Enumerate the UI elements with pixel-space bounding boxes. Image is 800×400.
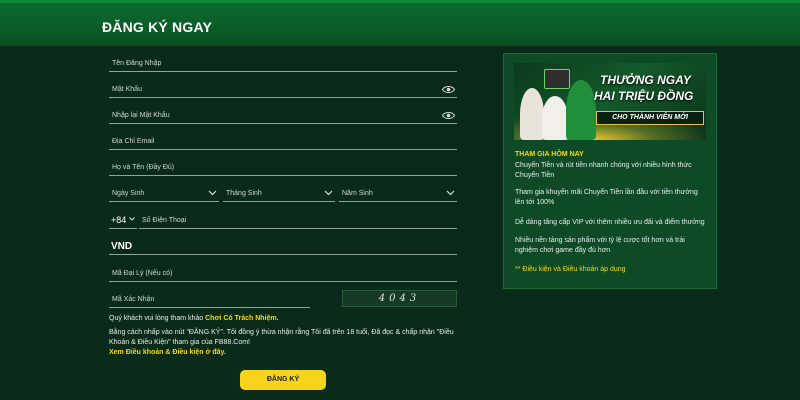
terms-note: Bằng cách nhấp vào nút "ĐĂNG KÝ". Tôi đồ… [109, 328, 469, 358]
register-button[interactable]: ĐĂNG KÝ [240, 370, 326, 390]
password-field[interactable]: Mật Khẩu [109, 76, 457, 98]
responsible-note: Quý khách vui lòng tham khảo Chơi Có Trá… [109, 314, 469, 324]
responsible-link[interactable]: Chơi Có Trách Nhiệm. [205, 315, 278, 322]
promo-banner: THƯỞNG NGAY HAI TRIỆU ĐỒNG CHO THÀNH VIÊ… [514, 63, 706, 140]
username-placeholder: Tên Đăng Nhập [112, 60, 162, 67]
currency-value: VND [111, 241, 133, 252]
phone-placeholder: Số Điện Thoại [142, 217, 187, 224]
confirm-password-field[interactable]: Nhập lại Mật Khẩu [109, 102, 457, 124]
currency-field[interactable]: VND [109, 233, 457, 255]
promo-panel: THƯỞNG NGAY HAI TRIỆU ĐỒNG CHO THÀNH VIÊ… [503, 53, 717, 289]
responsible-prefix: Quý khách vui lòng tham khảo [109, 315, 206, 322]
phone-graphic [544, 69, 570, 89]
player-figure [566, 80, 596, 140]
player-figure [520, 88, 544, 140]
chevron-down-icon [129, 217, 135, 221]
terms-link[interactable]: Xem Điều khoản & Điều kiện ở đây. [109, 348, 469, 358]
terms-text-1: Bằng cách nhấp vào nút "ĐĂNG KÝ". Tôi đồ… [109, 329, 454, 336]
birth-day-select[interactable]: Ngày Sinh [109, 180, 219, 202]
player-figure [542, 96, 568, 140]
fullname-placeholder: Họ và Tên (Đầy Đủ) [112, 164, 175, 171]
promo-item: Chuyển Tiền và rút tiền nhanh chóng với … [515, 162, 692, 179]
birth-month-select[interactable]: Tháng Sinh [223, 180, 335, 202]
agent-code-placeholder: Mã Đại Lý (Nếu có) [112, 270, 173, 277]
banner-line-1: THƯỞNG NGAY [600, 73, 691, 87]
email-field[interactable]: Địa Chỉ Email [109, 128, 457, 150]
captcha-field[interactable]: Mã Xác Nhận [109, 286, 310, 308]
terms-text-2: Khoản & Điều Kiện" tham gia của FB88.Com… [109, 339, 251, 346]
promo-footer: ** Điều kiện và Điều khoản áp dụng [515, 266, 626, 273]
agent-code-field[interactable]: Mã Đại Lý (Nếu có) [109, 260, 457, 282]
birth-month-label: Tháng Sinh [226, 190, 262, 197]
captcha-code: 4043 [378, 293, 421, 304]
promo-heading: THAM GIA HÔM NAY [515, 151, 584, 158]
eye-icon[interactable] [442, 111, 455, 120]
banner-line-2: HAI TRIỆU ĐỒNG [594, 89, 694, 103]
chevron-down-icon [324, 190, 333, 196]
captcha-image[interactable]: 4043 [342, 290, 457, 307]
promo-item: Nhiều nền tảng sản phẩm với tỷ lệ cược t… [515, 237, 685, 254]
birth-year-select[interactable]: Năm Sinh [339, 180, 457, 202]
phone-code-value: +84 [111, 215, 127, 225]
header-bar: ĐĂNG KÝ NGAY [0, 0, 800, 46]
phone-field[interactable]: Số Điện Thoại [139, 207, 457, 229]
chevron-down-icon [446, 190, 455, 196]
email-placeholder: Địa Chỉ Email [112, 138, 155, 145]
password-placeholder: Mật Khẩu [112, 86, 142, 93]
confirm-password-placeholder: Nhập lại Mật Khẩu [112, 112, 170, 119]
phone-code-select[interactable]: +84 [109, 207, 137, 229]
captcha-placeholder: Mã Xác Nhận [112, 296, 155, 303]
chevron-down-icon [208, 190, 217, 196]
birth-year-label: Năm Sinh [342, 190, 373, 197]
page-title: ĐĂNG KÝ NGAY [102, 19, 213, 35]
promo-item: Tham gia khuyến mãi Chuyển Tiền lần đầu … [515, 189, 698, 206]
fullname-field[interactable]: Họ và Tên (Đầy Đủ) [109, 154, 457, 176]
eye-icon[interactable] [442, 85, 455, 94]
promo-item: Dễ dàng tăng cấp VIP với thêm nhiều ưu đ… [515, 219, 705, 226]
birth-day-label: Ngày Sinh [112, 190, 145, 197]
banner-line-3: CHO THÀNH VIÊN MỚI [596, 111, 704, 125]
username-field[interactable]: Tên Đăng Nhập [109, 50, 457, 72]
